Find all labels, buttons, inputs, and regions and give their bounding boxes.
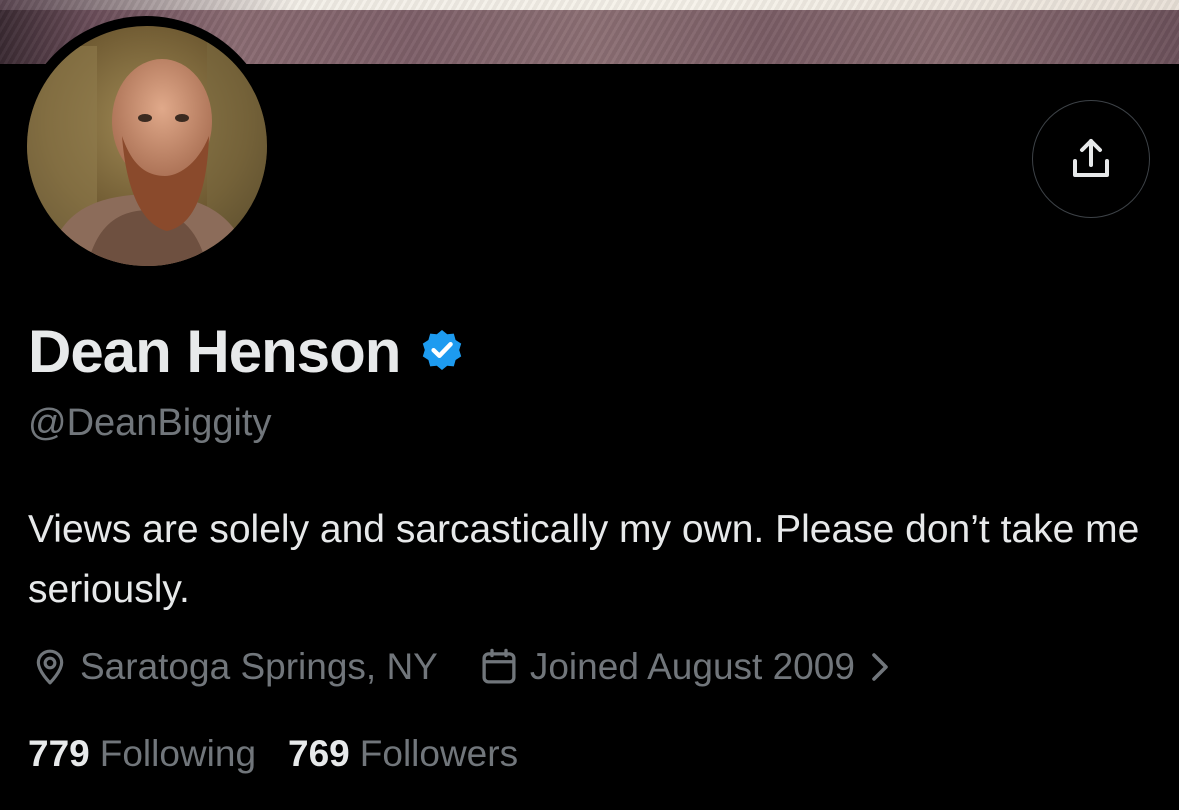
join-date-text: Joined August 2009	[529, 646, 855, 687]
share-icon	[1073, 139, 1109, 177]
profile-meta: Saratoga Springs, NY Joined August 2009	[30, 640, 901, 694]
avatar[interactable]	[27, 26, 267, 266]
followers-label: Followers	[359, 733, 519, 774]
avatar-image	[27, 26, 267, 266]
followers-link[interactable]: 769 Followers	[288, 733, 518, 775]
location: Saratoga Springs, NY	[30, 646, 438, 688]
following-link[interactable]: 779 Following	[28, 733, 256, 775]
location-pin-icon	[36, 649, 64, 685]
chevron-right-icon	[872, 653, 888, 681]
share-button[interactable]	[1032, 100, 1150, 218]
following-label: Following	[99, 733, 257, 774]
handle: @DeanBiggity	[28, 402, 272, 444]
bio: Views are solely and sarcastically my ow…	[28, 508, 1140, 611]
location-text: Saratoga Springs, NY	[80, 646, 438, 687]
follow-stats: 779 Following 769 Followers	[28, 728, 518, 780]
name-row: Dean Henson	[28, 317, 466, 385]
verified-badge-icon[interactable]	[418, 327, 466, 375]
calendar-icon	[482, 648, 516, 684]
followers-count: 769	[288, 733, 350, 774]
following-count: 779	[28, 733, 90, 774]
display-name: Dean Henson	[28, 317, 401, 385]
join-date[interactable]: Joined August 2009	[478, 646, 901, 688]
